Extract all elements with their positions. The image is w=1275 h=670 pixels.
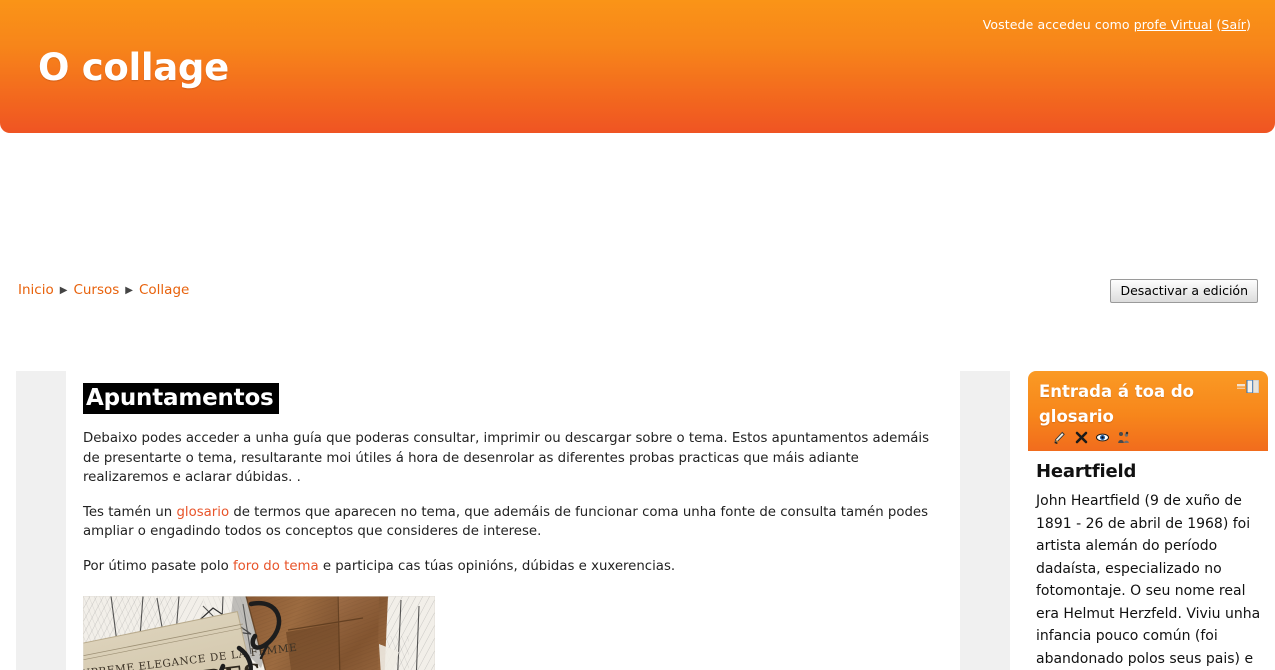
paragraph-list: Debaixo podes acceder a unha guía que po… [83,429,946,576]
collage-image: SUPREME ELEGANCE DE LA FEMME FOURRURES D… [83,596,435,670]
breadcrumb-separator: ▶ [125,285,133,296]
collapse-icon[interactable] [1237,380,1259,393]
block-header: Entrada á toa do glosario [1028,371,1268,451]
paragraph-text: e participa cas túas opinións, dúbidas e… [318,558,676,574]
breadcrumb-item-collage[interactable]: Collage [139,282,189,298]
hide-icon[interactable] [1096,431,1109,444]
main-content: Apuntamentos Debaixo podes acceder a unh… [66,371,960,670]
login-info: Vostede accedeu como profe Virtual (Saír… [983,17,1251,32]
navbar: Inicio ▶ Cursos ▶ Collage Desactivar a edici… [0,133,1275,303]
paragraph-3: Por útimo pasate polo foro do tema e par… [83,557,946,577]
logout-link[interactable]: Saír [1221,17,1246,32]
breadcrumb-separator: ▶ [59,285,68,296]
paragraph-text: Tes tamén un [83,504,177,520]
login-prefix: Vostede accedeu como [982,17,1134,32]
paragraph-1: Debaixo podes acceder a unha guía que po… [83,429,946,488]
edit-icon[interactable] [1054,431,1067,444]
block-commands [1039,431,1257,447]
assign-roles-icon[interactable] [1117,431,1130,444]
glossary-entry-title: Heartfield [1036,461,1137,482]
logout-close-paren: ) [1246,17,1251,32]
inline-link-glosario[interactable]: glosario [176,505,229,520]
breadcrumb-item-cursos[interactable]: Cursos [73,282,119,298]
block-glossary-random-entry: Entrada á toa do glosario Heartfield Joh… [1028,371,1268,670]
page-title: Apuntamentos [83,383,279,414]
paragraph-2: Tes tamén un glosario de termos que apar… [83,503,946,542]
toggle-edit-button[interactable]: Desactivar a edición [1110,279,1258,303]
paragraph-text: Por útimo pasate polo [83,558,233,574]
inline-link-foro-do-tema[interactable]: foro do tema [233,559,319,574]
site-title: O collage [38,46,229,89]
glossary-entry-body: John Heartfield (9 de xuño de 1891 - 26 … [1036,493,1261,667]
main-region: Apuntamentos Debaixo podes acceder a unh… [66,371,960,670]
page-header: Vostede accedeu como profe Virtual (Saír… [0,0,1275,133]
block-content: Heartfield John Heartfield (9 de xuño de… [1028,451,1268,670]
main-region-gutter: Apuntamentos Debaixo podes acceder a unh… [16,371,1010,670]
breadcrumb: Inicio ▶ Cursos ▶ Collage [18,282,189,298]
paragraph-text: Debaixo podes acceder a unha guía que po… [83,431,930,485]
breadcrumb-item-inicio[interactable]: Inicio [18,282,54,298]
user-profile-link[interactable]: profe Virtual [1134,17,1213,32]
delete-icon[interactable] [1075,431,1088,444]
block-title: Entrada á toa do glosario [1039,382,1194,426]
